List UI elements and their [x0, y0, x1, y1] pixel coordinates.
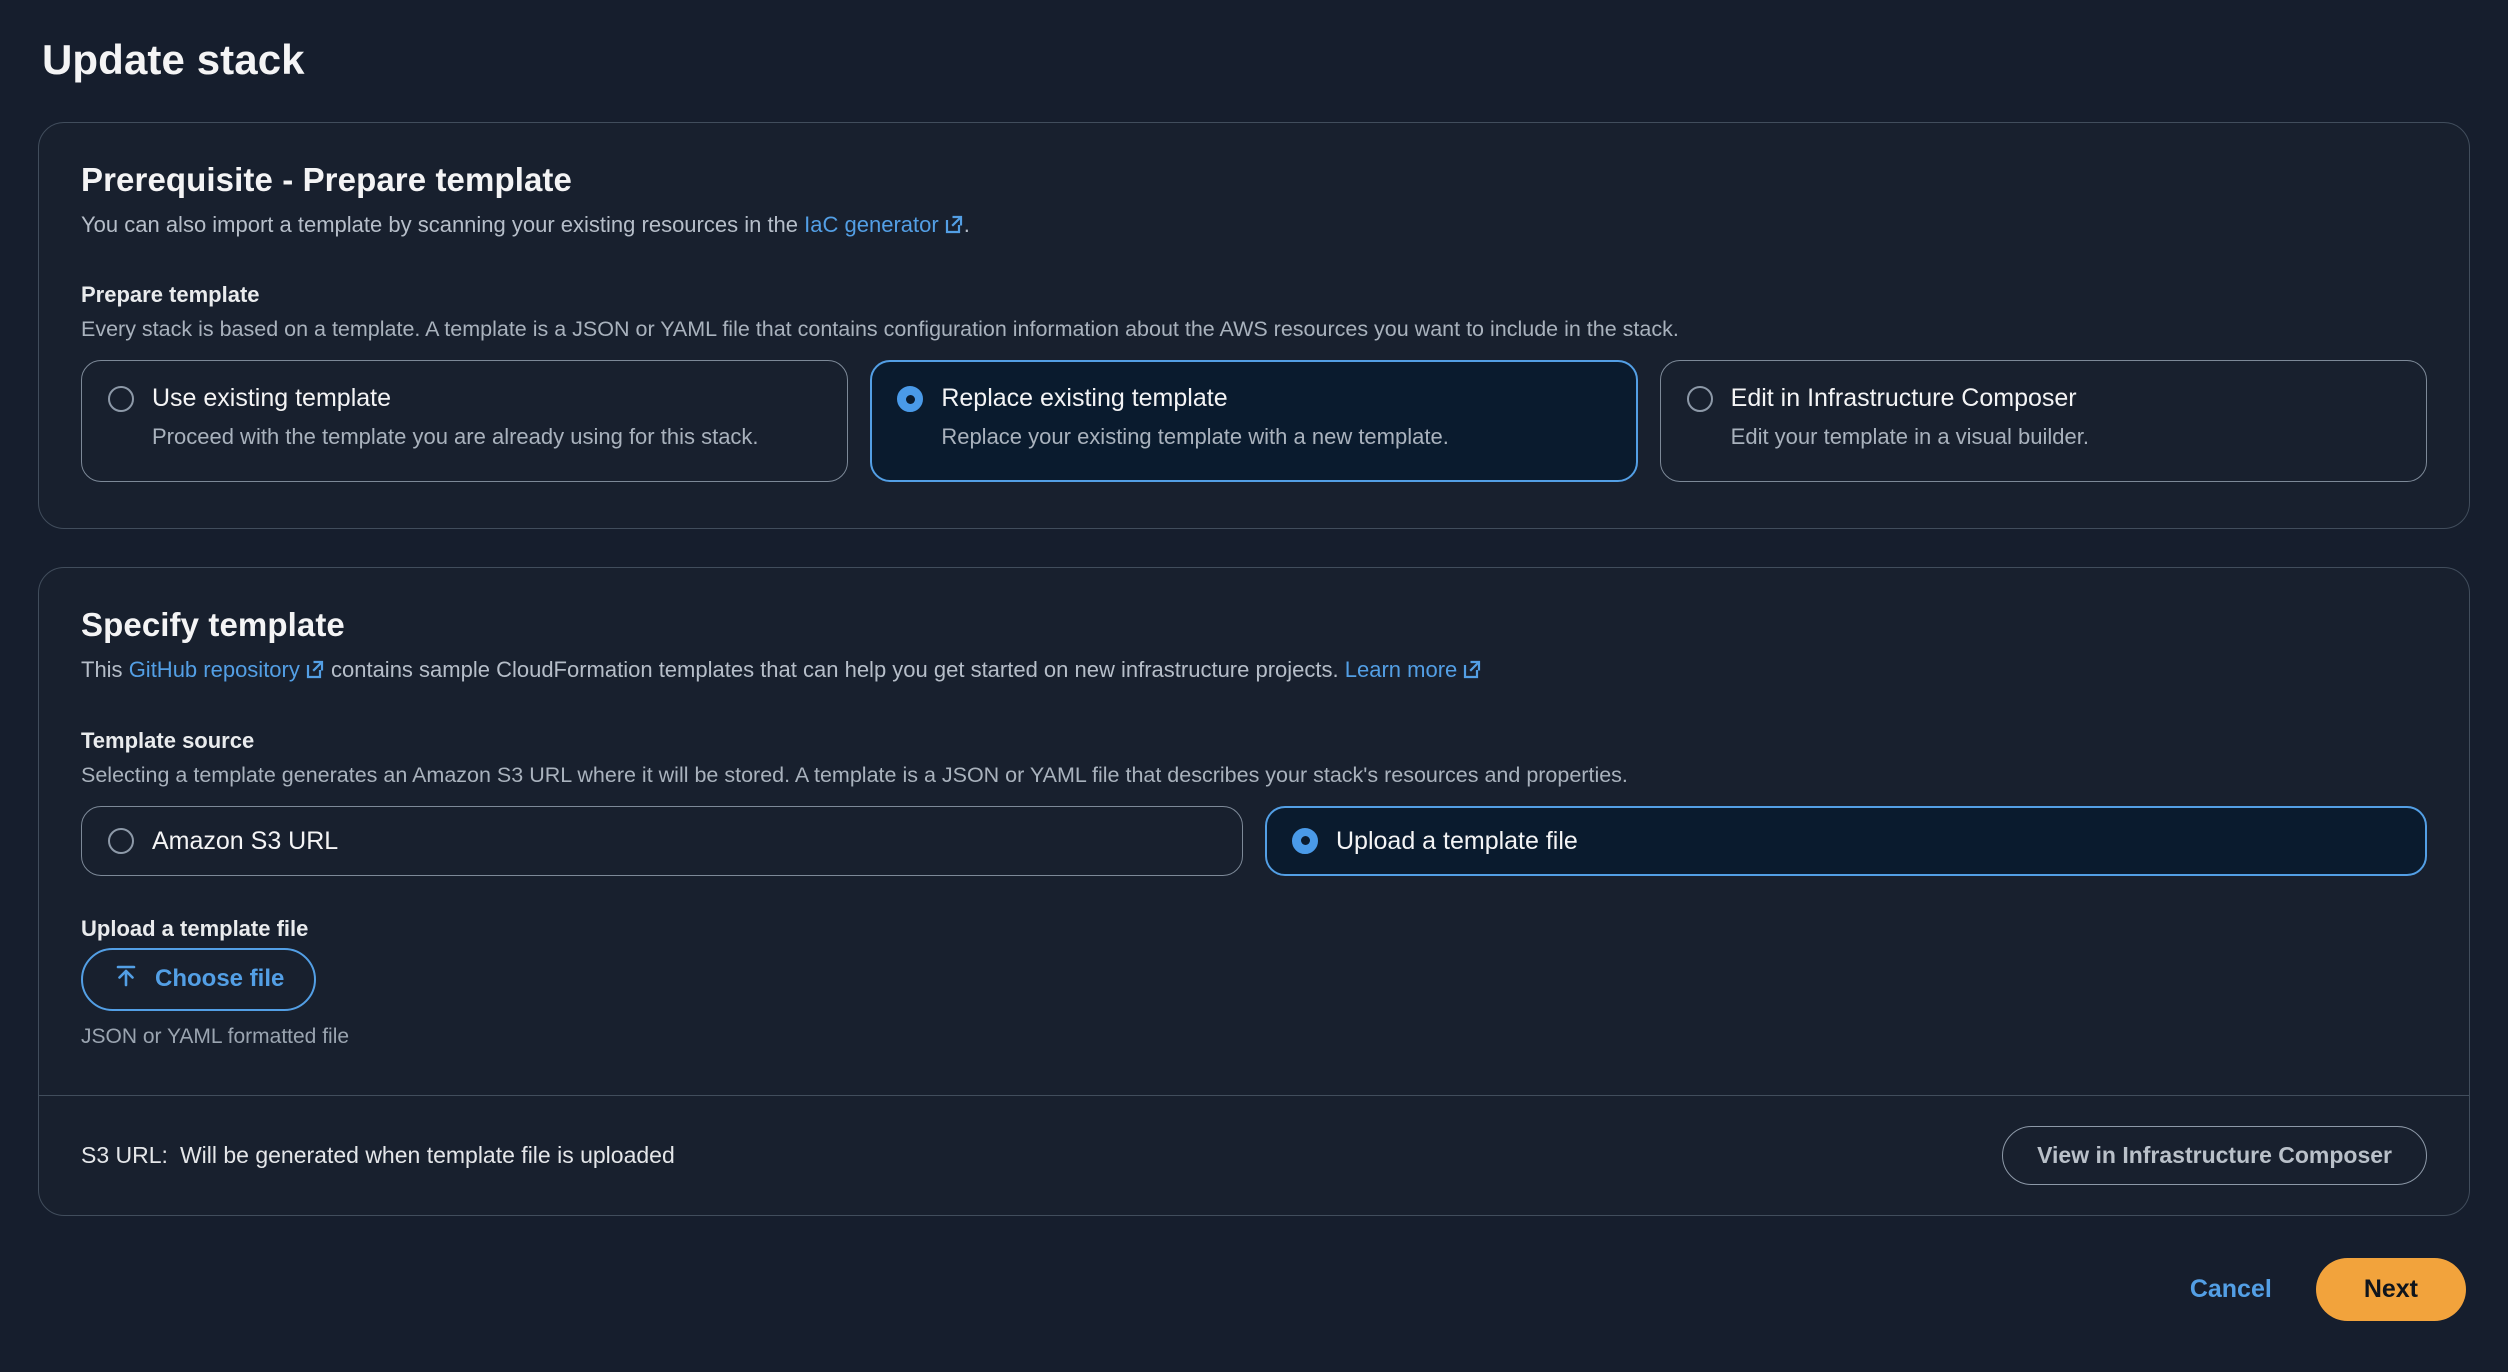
specify-desc-part2: contains sample CloudFormation templates…	[324, 657, 1345, 683]
learn-more-link-label: Learn more	[1344, 657, 1458, 683]
prerequisite-description-text: You can also import a template by scanni…	[81, 212, 805, 237]
option-amazon-s3-url[interactable]: Amazon S3 URL	[81, 805, 1243, 876]
prepare-template-description: Every stack is based on a template. A te…	[81, 317, 1679, 342]
external-link-icon	[1462, 656, 1482, 687]
specify-template-heading: Specify template	[81, 606, 345, 644]
radio-upload-a-template-file[interactable]	[1292, 827, 1318, 854]
iac-generator-link-label: IaC generator	[804, 212, 939, 237]
option-title: Edit in Infrastructure Composer	[1730, 384, 2077, 413]
prerequisite-container: Prerequisite - Prepare template You can …	[38, 122, 2470, 530]
radio-edit-in-infrastructure-composer[interactable]	[1686, 386, 1713, 413]
iac-generator-link[interactable]: IaC generator	[804, 212, 964, 237]
choose-file-label: Choose file	[155, 965, 285, 993]
prepare-template-options: Use existing template Proceed with the t…	[81, 360, 2427, 483]
option-use-existing-template[interactable]: Use existing template Proceed with the t…	[81, 360, 849, 483]
prerequisite-description: You can also import a template by scanni…	[81, 209, 2427, 242]
update-stack-page: Update stack Prerequisite - Prepare temp…	[0, 0, 2508, 1372]
specify-desc-part1: This	[81, 657, 129, 683]
option-replace-existing-template[interactable]: Replace existing template Replace your e…	[870, 360, 1638, 483]
cancel-button[interactable]: Cancel	[2186, 1267, 2276, 1312]
option-title: Upload a template file	[1336, 826, 1578, 855]
prerequisite-description-suffix: .	[963, 212, 970, 237]
radio-replace-existing-template[interactable]	[897, 386, 924, 413]
option-title: Replace existing template	[941, 384, 1228, 413]
view-in-infrastructure-composer-button[interactable]: View in Infrastructure Composer	[2002, 1125, 2427, 1185]
s3-url-label: S3 URL:	[81, 1141, 168, 1168]
next-button[interactable]: Next	[2315, 1257, 2466, 1321]
radio-use-existing-template[interactable]	[108, 386, 134, 413]
option-upload-a-template-file[interactable]: Upload a template file	[1265, 805, 2427, 876]
template-source-options: Amazon S3 URL Upload a template file	[81, 805, 2427, 876]
template-source-description: Selecting a template generates an Amazon…	[81, 762, 1628, 787]
option-title: Amazon S3 URL	[152, 826, 339, 855]
option-description: Replace your existing template with a ne…	[941, 424, 1449, 450]
prerequisite-heading: Prerequisite - Prepare template	[81, 161, 572, 198]
option-description: Edit your template in a visual builder.	[1730, 424, 2089, 450]
specify-template-description: This GitHub repository contains sample C…	[81, 654, 2427, 687]
option-description: Proceed with the template you are alread…	[152, 424, 759, 450]
learn-more-link[interactable]: Learn more	[1345, 657, 1483, 682]
option-edit-in-infrastructure-composer[interactable]: Edit in Infrastructure Composer Edit you…	[1659, 360, 2427, 483]
specify-template-container: Specify template This GitHub repository …	[38, 567, 2470, 1216]
page-title: Update stack	[42, 36, 305, 83]
s3-url-value: Will be generated when template file is …	[179, 1141, 675, 1168]
github-repository-link[interactable]: GitHub repository	[129, 657, 325, 682]
choose-file-button[interactable]: Choose file	[81, 947, 317, 1011]
template-source-label: Template source	[81, 727, 255, 753]
radio-amazon-s3-url[interactable]	[108, 827, 134, 854]
file-format-hint: JSON or YAML formatted file	[81, 1024, 350, 1048]
upload-icon	[113, 963, 139, 996]
prepare-template-label: Prepare template	[81, 282, 260, 308]
external-link-icon	[305, 656, 325, 687]
external-link-icon	[944, 211, 964, 242]
form-actions: Cancel Next	[38, 1257, 2470, 1321]
s3-url-row: S3 URL: Will be generated when template f…	[81, 1142, 675, 1169]
upload-template-file-label: Upload a template file	[81, 915, 309, 941]
s3-url-footer: S3 URL: Will be generated when template f…	[39, 1094, 2469, 1215]
option-title: Use existing template	[152, 384, 392, 413]
github-repository-link-label: GitHub repository	[128, 657, 300, 683]
